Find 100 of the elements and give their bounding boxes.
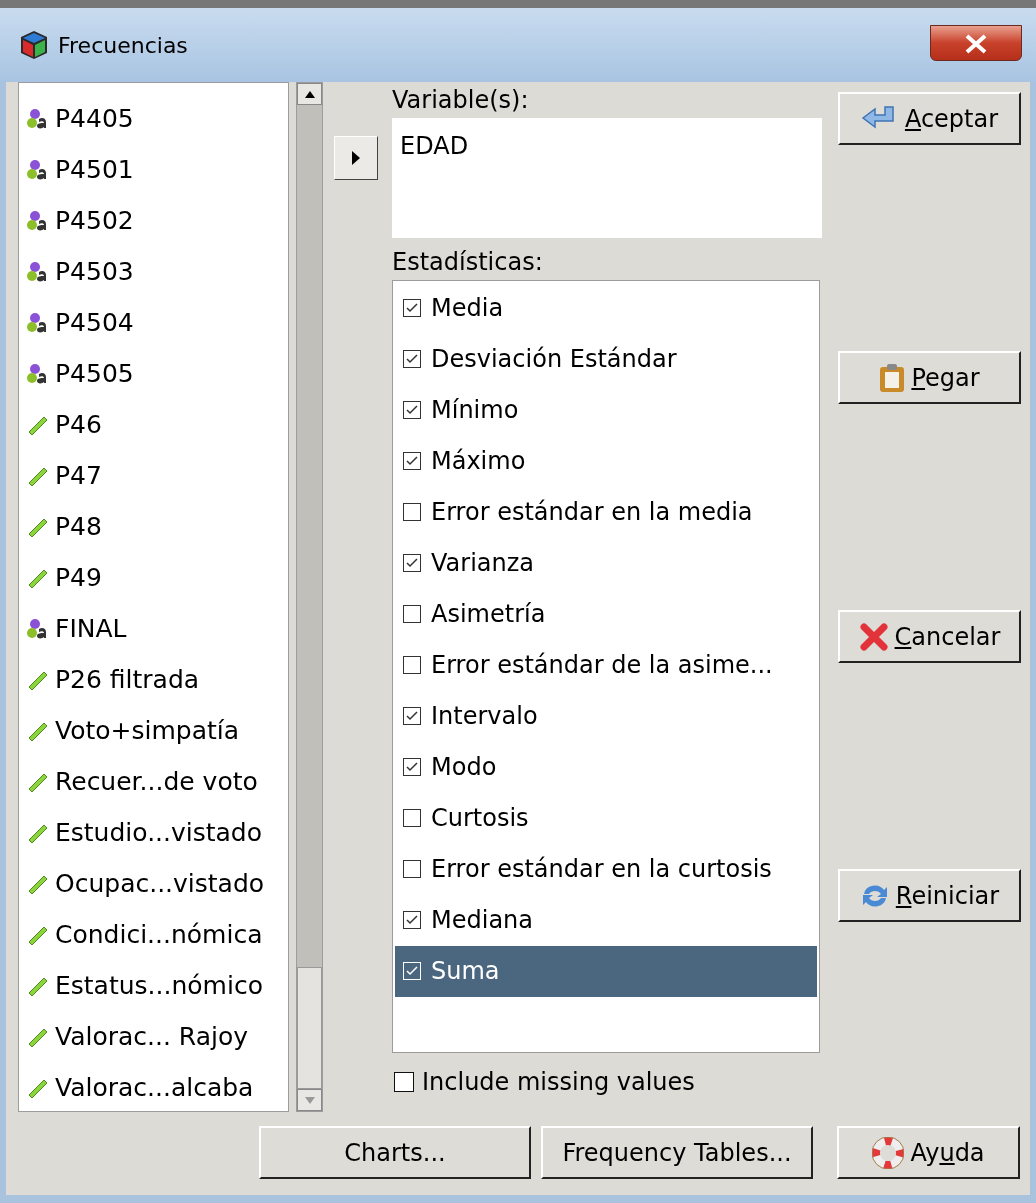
variable-name[interactable]: P48 — [55, 507, 102, 546]
statistic-label: Suma — [431, 956, 500, 988]
statistic-row[interactable]: Error estándar en la curtosis — [395, 843, 817, 895]
nominal-variable-icon — [27, 311, 49, 334]
variable-name[interactable]: P4505 — [55, 354, 134, 393]
nominal-variable-icon — [27, 107, 49, 130]
statistic-row[interactable]: Error estándar de la asime... — [395, 639, 817, 691]
statistic-row[interactable]: Varianza — [395, 537, 817, 589]
checkbox[interactable] — [403, 299, 421, 318]
variable-name[interactable]: P4405 — [55, 99, 134, 138]
variable-name[interactable]: Estudio...vistado — [55, 813, 263, 852]
check-mark-icon — [406, 303, 418, 314]
statistic-label: Error estándar en la media — [431, 497, 753, 529]
variable-name[interactable]: P4502 — [55, 201, 134, 240]
paste-button[interactable]: Pegar — [838, 351, 1021, 404]
variable-name[interactable]: Voto+simpatía — [55, 711, 240, 750]
variable-name[interactable]: P4503 — [55, 252, 134, 291]
variable-name[interactable]: Valorac...alcaba — [55, 1068, 254, 1107]
app-icon — [20, 30, 48, 60]
reset-button[interactable]: Reiniciar — [838, 869, 1021, 922]
checkbox[interactable] — [403, 350, 421, 369]
variable-name[interactable]: P26 filtrada — [55, 660, 200, 699]
statistic-label: Curtosis — [431, 803, 529, 835]
nominal-variable-icon — [27, 209, 49, 232]
checkbox[interactable] — [403, 401, 421, 420]
variable-name[interactable]: P47 — [55, 456, 102, 495]
statistic-label: Mínimo — [431, 395, 519, 427]
statistic-label: Error estándar en la curtosis — [431, 854, 772, 886]
statistics-label: Estadísticas: — [392, 246, 544, 278]
checkbox[interactable] — [403, 911, 421, 930]
statistic-row[interactable]: Mediana — [395, 894, 817, 946]
variable-name[interactable]: P4504 — [55, 303, 134, 342]
statistic-label: Modo — [431, 752, 497, 784]
checkbox[interactable] — [403, 758, 421, 777]
variable-name[interactable]: Condici...nómica — [55, 915, 263, 954]
selected-variable[interactable]: EDAD — [400, 128, 814, 164]
variable-name[interactable]: Ocupac...vistado — [55, 864, 265, 903]
statistic-row[interactable]: Mínimo — [395, 384, 817, 436]
checkbox[interactable] — [403, 860, 421, 879]
statistic-row[interactable]: Curtosis — [395, 792, 817, 844]
check-mark-icon — [406, 405, 418, 416]
check-mark-icon — [406, 354, 418, 365]
nominal-variable-icon — [27, 362, 49, 385]
scrollbar[interactable] — [296, 82, 323, 1112]
statistic-label: Intervalo — [431, 701, 538, 733]
help-button[interactable]: Ayuda — [837, 1126, 1020, 1179]
cancel-button[interactable]: Cancelar — [838, 610, 1021, 663]
statistic-label: Varianza — [431, 548, 535, 580]
variable-name[interactable]: Valorac... Rajoy — [55, 1017, 249, 1056]
check-mark-icon — [406, 558, 418, 569]
statistic-row[interactable]: Asimetría — [395, 588, 817, 640]
statistic-row[interactable]: Media — [395, 282, 817, 334]
cross-icon — [858, 621, 889, 652]
down-arrow-icon — [304, 1096, 315, 1104]
scroll-up-button[interactable] — [297, 83, 322, 105]
statistic-row[interactable]: Intervalo — [395, 690, 817, 742]
scroll-thumb[interactable] — [297, 967, 322, 1089]
include-missing-checkbox[interactable]: Include missing values — [392, 1052, 822, 1112]
statistic-label: Mediana — [431, 905, 533, 937]
variable-name[interactable]: Estatus...nómico — [55, 966, 263, 1005]
right-arrow-icon — [352, 151, 360, 165]
nominal-variable-icon — [27, 617, 49, 640]
statistic-label: Máximo — [431, 446, 526, 478]
statistic-label: Asimetría — [431, 599, 546, 631]
statistic-label: Error estándar de la asime... — [431, 650, 773, 682]
variable-name[interactable]: P49 — [55, 558, 102, 597]
statistic-row[interactable]: Suma — [395, 945, 817, 997]
checkbox[interactable] — [403, 452, 421, 471]
variable-name[interactable]: Recuer...de voto — [55, 762, 258, 801]
up-arrow-icon — [304, 90, 315, 98]
dialog-button[interactable]: Charts... — [259, 1126, 531, 1179]
statistic-row[interactable]: Modo — [395, 741, 817, 793]
variable-name[interactable]: P46 — [55, 405, 102, 444]
variables-label: Variable(s): — [392, 85, 530, 116]
variable-name[interactable]: FINAL — [55, 609, 127, 648]
close-button[interactable] — [930, 25, 1022, 61]
lifebuoy-icon — [872, 1136, 905, 1169]
dialog-button[interactable]: Frequency Tables... — [541, 1126, 813, 1179]
statistic-row[interactable]: Desviación Estándar — [395, 333, 817, 385]
checkbox[interactable] — [403, 554, 421, 573]
check-mark-icon — [406, 762, 418, 773]
statistic-label: Desviación Estándar — [431, 344, 677, 376]
checkbox[interactable] — [403, 707, 421, 726]
checkbox[interactable] — [403, 656, 421, 675]
ok-button[interactable]: Aceptar — [838, 92, 1021, 145]
statistic-label: Media — [431, 293, 504, 325]
move-right-button[interactable] — [334, 136, 378, 180]
variable-name[interactable]: P4501 — [55, 150, 134, 189]
nominal-variable-icon — [27, 260, 49, 283]
checkbox[interactable] — [403, 809, 421, 828]
check-mark-icon — [406, 915, 418, 926]
scroll-down-button[interactable] — [297, 1089, 322, 1111]
close-icon — [963, 33, 989, 55]
check-mark-icon — [406, 456, 418, 467]
checkbox[interactable] — [403, 503, 421, 522]
statistic-row[interactable]: Error estándar en la media — [395, 486, 817, 538]
window-title: Frecuencias — [58, 31, 188, 60]
check-mark-icon — [406, 966, 418, 977]
statistic-row[interactable]: Máximo — [395, 435, 817, 487]
checkbox[interactable] — [403, 605, 421, 624]
